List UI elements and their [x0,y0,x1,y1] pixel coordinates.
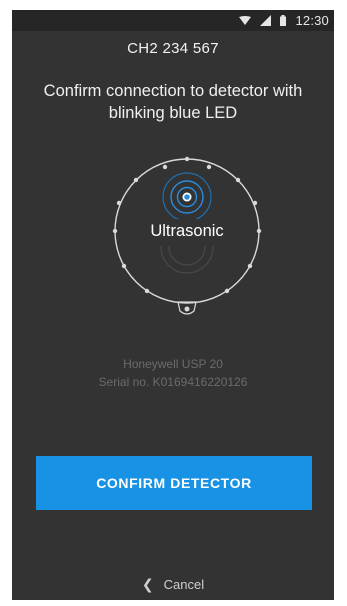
phone-screen: 12:30 CH2 234 567 Confirm connection to … [12,10,334,600]
confirm-detector-button[interactable]: CONFIRM DETECTOR [36,456,312,510]
status-time: 12:30 [295,13,329,28]
status-icons: 12:30 [239,12,329,29]
device-info: Honeywell USP 20 Serial no. K01694162201… [12,355,334,391]
device-model: Honeywell USP 20 [123,357,223,371]
detector-type-label: Ultrasonic [150,222,224,240]
cancel-button[interactable]: ❮ Cancel [12,576,334,593]
device-serial: Serial no. K0169416220126 [98,375,248,389]
battery-icon [280,15,287,26]
cancel-label: Cancel [163,577,205,592]
wifi-icon [239,15,252,25]
device-id-title: CH2 234 567 [127,40,219,57]
instruction-text: Confirm connection to detector with blin… [43,82,303,122]
chevron-left-icon: ❮ [141,576,154,592]
signal-icon [260,15,272,26]
status-bar: 12:30 [12,10,334,31]
